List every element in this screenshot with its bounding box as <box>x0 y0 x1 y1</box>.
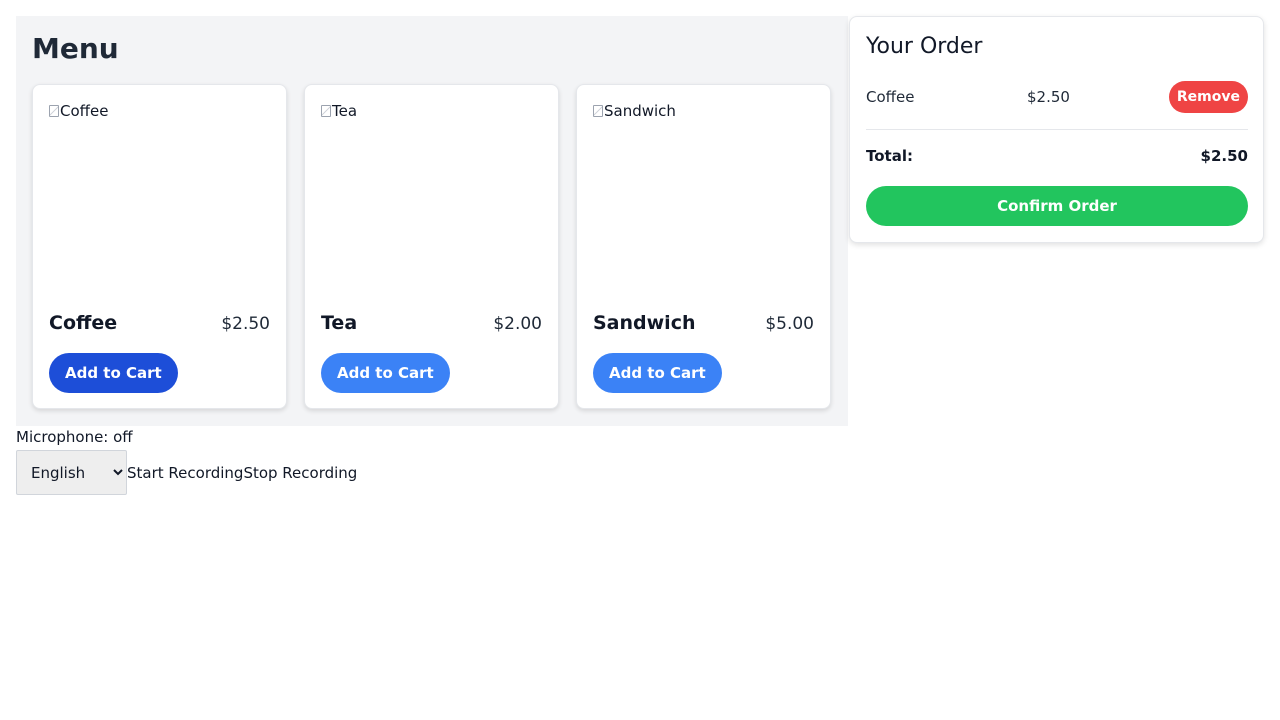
total-value: $2.50 <box>1200 147 1248 165</box>
sandwich-info-row: Sandwich $5.00 <box>593 312 814 334</box>
tea-name: Tea <box>321 312 358 334</box>
coffee-info-row: Coffee $2.50 <box>49 312 270 334</box>
menu-card-sandwich: Sandwich Sandwich $5.00 Add to Cart <box>576 84 831 409</box>
add-tea-to-cart-button[interactable]: Add to Cart <box>321 353 450 393</box>
broken-image-icon <box>321 105 331 117</box>
sandwich-image-alt: Sandwich <box>604 102 676 120</box>
order-item-name: Coffee <box>866 88 915 106</box>
order-title: Your Order <box>866 34 983 59</box>
stop-recording-button[interactable]: Stop Recording <box>243 464 357 482</box>
menu-card-tea: Tea Tea $2.00 Add to Cart <box>304 84 559 409</box>
total-label: Total: <box>866 147 913 165</box>
voice-controls: English Start Recording Stop Recording <box>16 450 357 495</box>
sandwich-price: $5.00 <box>765 314 814 334</box>
microphone-status: Microphone: off <box>16 428 133 446</box>
order-divider <box>866 129 1248 130</box>
broken-image-icon <box>593 105 603 117</box>
broken-image-icon <box>49 105 59 117</box>
menu-card-list: Coffee Coffee $2.50 Add to Cart Tea Tea … <box>32 84 831 409</box>
order-panel: Your Order Coffee $2.50 Remove Total: $2… <box>849 16 1264 243</box>
tea-image: Tea <box>321 101 543 291</box>
sandwich-name: Sandwich <box>593 312 696 334</box>
tea-info-row: Tea $2.00 <box>321 312 542 334</box>
order-line-item: Coffee $2.50 Remove <box>866 81 1248 113</box>
coffee-price: $2.50 <box>221 314 270 334</box>
remove-order-item-button[interactable]: Remove <box>1168 81 1248 113</box>
sandwich-image: Sandwich <box>593 101 815 291</box>
order-total-row: Total: $2.50 <box>866 147 1248 165</box>
menu-card-coffee: Coffee Coffee $2.50 Add to Cart <box>32 84 287 409</box>
coffee-name: Coffee <box>49 312 118 334</box>
ordering-page: Menu Coffee Coffee $2.50 Add to Cart Tea… <box>0 0 1280 720</box>
menu-panel: Menu Coffee Coffee $2.50 Add to Cart Tea… <box>16 16 848 426</box>
start-recording-button[interactable]: Start Recording <box>127 464 243 482</box>
coffee-image-alt: Coffee <box>60 102 109 120</box>
tea-price: $2.00 <box>493 314 542 334</box>
tea-image-alt: Tea <box>332 102 358 120</box>
add-coffee-to-cart-button[interactable]: Add to Cart <box>49 353 178 393</box>
language-select[interactable]: English <box>16 450 127 495</box>
add-sandwich-to-cart-button[interactable]: Add to Cart <box>593 353 722 393</box>
menu-title: Menu <box>32 32 119 65</box>
order-item-price: $2.50 <box>1027 88 1070 106</box>
coffee-image: Coffee <box>49 101 271 291</box>
confirm-order-button[interactable]: Confirm Order <box>866 186 1248 226</box>
